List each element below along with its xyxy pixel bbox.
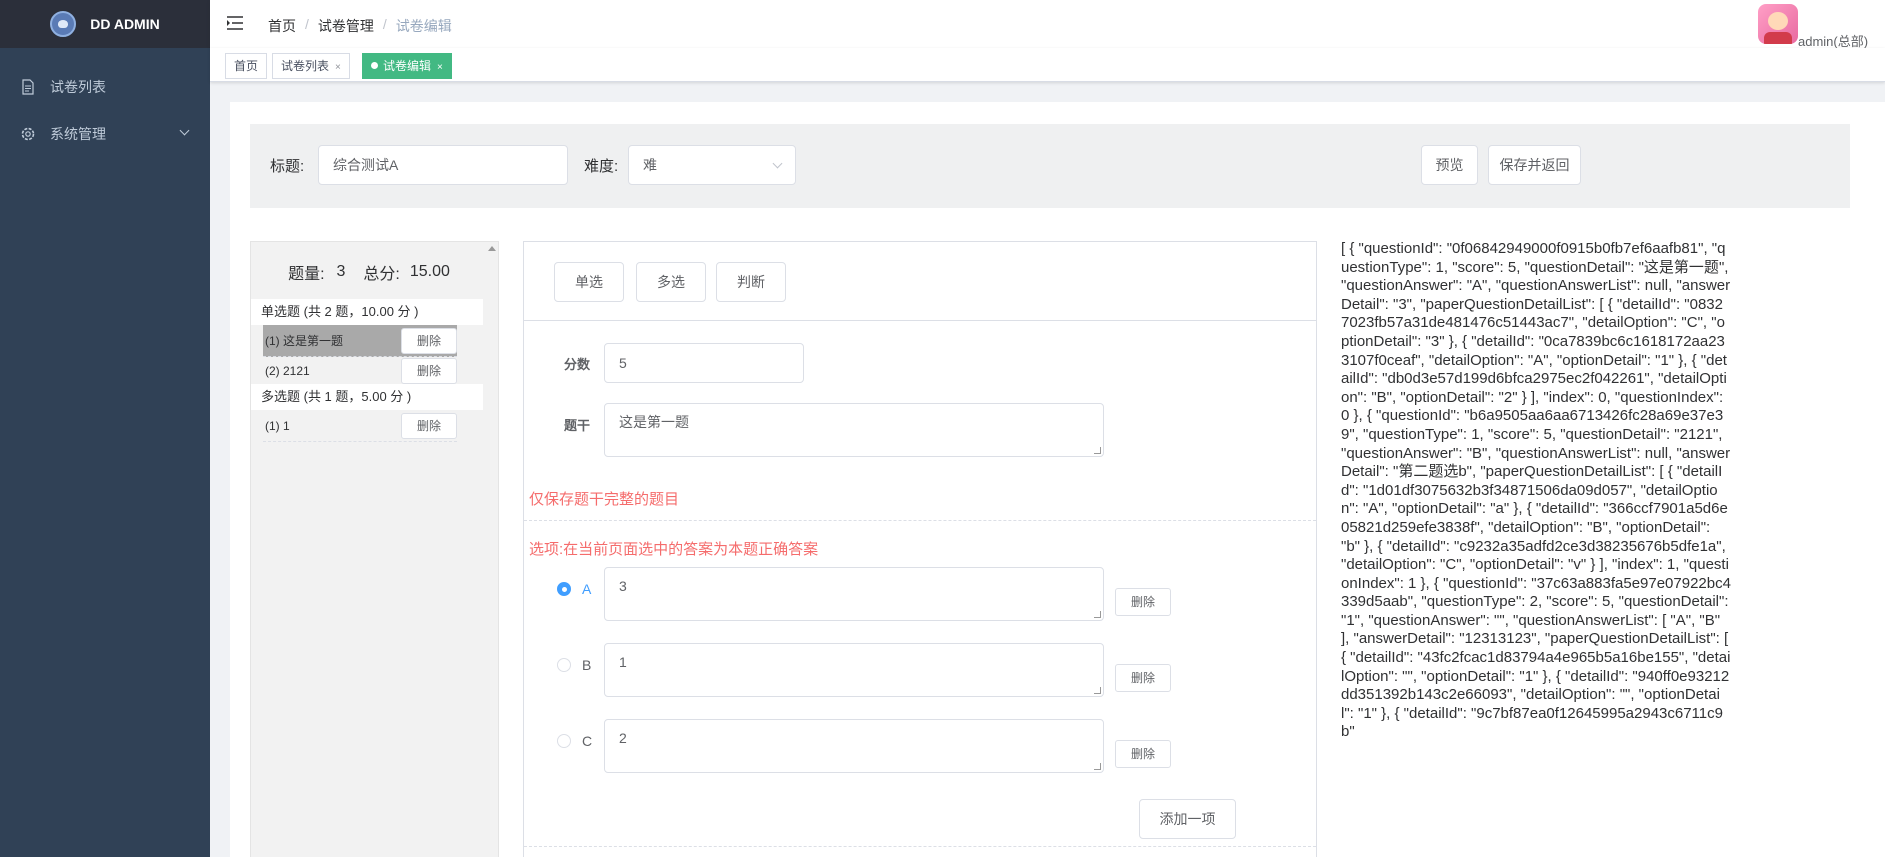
active-dot-icon bbox=[371, 62, 378, 69]
option-letter: C bbox=[582, 733, 593, 749]
navbar: 首页 / 试卷管理 / 试卷编辑 admin(总部) bbox=[210, 0, 1885, 49]
app: DD ADMIN 试卷列表 系统管理 首页 / 试卷管理 / 试卷编辑 admi… bbox=[0, 0, 1885, 857]
question-summary: 题量: 3 总分: 15.00 bbox=[251, 242, 487, 302]
option-b-radio[interactable] bbox=[557, 658, 571, 672]
tag-paper-edit[interactable]: 试卷编辑 × bbox=[362, 53, 452, 79]
question-list-panel: 题量: 3 总分: 15.00 单选题 (共 2 题，10.00 分 ) (1)… bbox=[250, 241, 499, 857]
option-letter: B bbox=[582, 657, 592, 673]
tag-label: 试卷列表 bbox=[281, 59, 330, 73]
sidebar: DD ADMIN 试卷列表 系统管理 bbox=[0, 0, 210, 857]
type-judge-button[interactable]: 判断 bbox=[716, 262, 786, 302]
logo[interactable]: DD ADMIN bbox=[0, 0, 210, 48]
difficulty-select[interactable]: 难 bbox=[628, 145, 796, 185]
option-c-radio[interactable] bbox=[557, 734, 571, 748]
close-icon[interactable]: × bbox=[335, 62, 341, 73]
tag-home[interactable]: 首页 bbox=[225, 53, 268, 79]
chevron-down-icon bbox=[179, 125, 190, 136]
question-label: (1) 1 bbox=[265, 419, 290, 433]
question-label: (1) 这是第一题 bbox=[265, 334, 344, 348]
gear-icon bbox=[21, 127, 35, 141]
total-label: 总分: bbox=[363, 266, 400, 283]
chevron-down-icon bbox=[772, 158, 783, 169]
logo-icon bbox=[50, 11, 77, 37]
count-value: 3 bbox=[336, 263, 346, 280]
warning-text: 仅保存题干完整的题目 bbox=[529, 491, 680, 508]
group-single-choice: 单选题 (共 2 题，10.00 分 ) bbox=[251, 299, 483, 325]
option-c-textarea[interactable]: 2 bbox=[604, 719, 1104, 773]
divider bbox=[524, 846, 1316, 847]
title-input[interactable]: 综合测试A bbox=[318, 145, 568, 185]
difficulty-value: 难 bbox=[643, 157, 657, 173]
delete-option-button[interactable]: 删除 bbox=[1115, 664, 1171, 692]
delete-button[interactable]: 删除 bbox=[401, 413, 457, 439]
sidebar-item-label: 试卷列表 bbox=[50, 79, 106, 95]
title-label: 标题: bbox=[270, 158, 305, 175]
breadcrumb: 首页 / 试卷管理 / 试卷编辑 bbox=[268, 16, 452, 36]
stem-textarea[interactable]: 这是第一题 bbox=[604, 403, 1104, 457]
main-card: 标题: 综合测试A 难度: 难 预览 保存并返回 题量: 3 总分: 15.00… bbox=[230, 102, 1885, 857]
question-item[interactable]: (1) 这是第一题 删除 bbox=[263, 325, 457, 357]
score-input[interactable]: 5 bbox=[604, 343, 804, 383]
delete-button[interactable]: 删除 bbox=[401, 328, 457, 354]
type-single-button[interactable]: 单选 bbox=[554, 262, 624, 302]
delete-option-button[interactable]: 删除 bbox=[1115, 740, 1171, 768]
question-editor: 单选 多选 判断 分数 5 题干 这是第一题 仅保存题干完整的题目 选项:在当前… bbox=[523, 241, 1317, 857]
avatar[interactable] bbox=[1758, 4, 1798, 44]
preview-button[interactable]: 预览 bbox=[1421, 145, 1478, 185]
document-icon bbox=[22, 79, 34, 95]
sidebar-item-label: 系统管理 bbox=[50, 126, 106, 142]
group-multiple-choice: 多选题 (共 1 题，5.00 分 ) bbox=[251, 384, 483, 410]
breadcrumb-paper-management[interactable]: 试卷管理 bbox=[318, 16, 374, 36]
stem-label: 题干 bbox=[564, 418, 591, 433]
delete-option-button[interactable]: 删除 bbox=[1115, 588, 1171, 616]
question-item[interactable]: (2) 2121 删除 bbox=[263, 355, 457, 387]
difficulty-label: 难度: bbox=[584, 158, 619, 175]
option-letter: A bbox=[582, 581, 592, 597]
tag-paper-list[interactable]: 试卷列表 × bbox=[272, 53, 350, 79]
sidebar-item-system[interactable]: 系统管理 bbox=[0, 125, 210, 143]
breadcrumb-home[interactable]: 首页 bbox=[268, 16, 296, 36]
breadcrumb-current: 试卷编辑 bbox=[395, 18, 452, 34]
option-a-textarea[interactable]: 3 bbox=[604, 567, 1104, 621]
option-a-radio[interactable] bbox=[557, 582, 571, 596]
delete-button[interactable]: 删除 bbox=[401, 358, 457, 384]
question-label: (2) 2121 bbox=[265, 364, 310, 378]
scroll-up-icon[interactable] bbox=[488, 246, 496, 251]
total-value: 15.00 bbox=[409, 263, 450, 280]
divider bbox=[524, 320, 1316, 321]
tags-view: 首页 试卷列表 × 试卷编辑 × bbox=[210, 48, 1885, 82]
sidebar-item-paper-list[interactable]: 试卷列表 bbox=[0, 78, 210, 96]
logo-text: DD ADMIN bbox=[90, 16, 160, 32]
tag-label: 首页 bbox=[234, 59, 259, 73]
close-icon[interactable]: × bbox=[437, 62, 443, 73]
option-b-textarea[interactable]: 1 bbox=[604, 643, 1104, 697]
score-label: 分数 bbox=[564, 357, 591, 372]
tag-label: 试卷编辑 bbox=[383, 59, 432, 73]
add-option-button[interactable]: 添加一项 bbox=[1139, 799, 1236, 839]
question-item[interactable]: (1) 1 删除 bbox=[263, 410, 457, 442]
hamburger-icon[interactable] bbox=[226, 15, 244, 31]
type-multiple-button[interactable]: 多选 bbox=[636, 262, 706, 302]
header-bar: 标题: 综合测试A 难度: 难 预览 保存并返回 bbox=[250, 124, 1850, 208]
options-hint: 选项:在当前页面选中的答案为本题正确答案 bbox=[529, 541, 819, 558]
save-return-button[interactable]: 保存并返回 bbox=[1488, 145, 1581, 185]
json-preview: [ { "questionId": "0f06842949000f0915b0f… bbox=[1341, 240, 1731, 741]
count-label: 题量: bbox=[288, 266, 325, 283]
divider bbox=[524, 520, 1316, 521]
